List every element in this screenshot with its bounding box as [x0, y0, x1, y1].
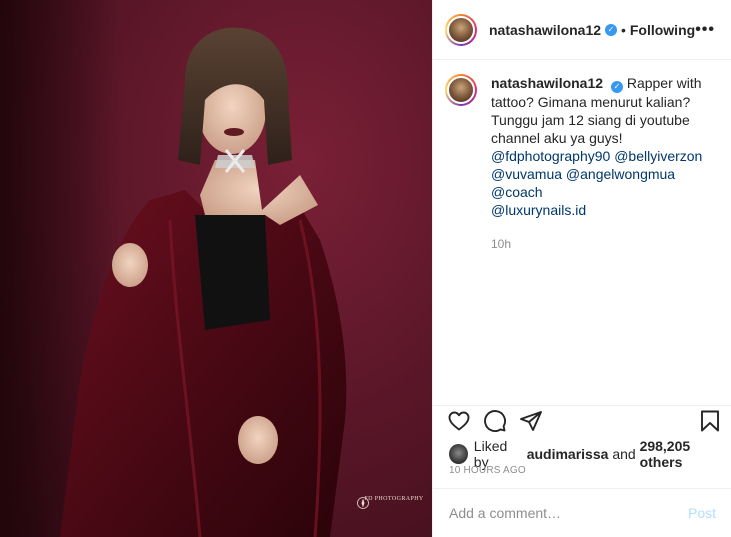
liker-username[interactable]: audimarissa: [527, 446, 609, 462]
caption-username[interactable]: natashawilona12: [491, 75, 603, 91]
verified-badge-icon: ✓: [610, 81, 623, 93]
likes-joiner: and: [612, 446, 636, 462]
caption-area: natashawilona12 ✓ Rapper with tattoo? Gi…: [433, 60, 731, 405]
mention-link[interactable]: @angelwongmua: [566, 166, 675, 182]
watermark-seal-icon: [357, 497, 369, 509]
post-actions: [433, 405, 731, 433]
comment-bar: Post: [433, 488, 731, 537]
mention-link[interactable]: @bellyiverzon: [614, 148, 702, 164]
post-photo[interactable]: FD PHOTOGRAPHY: [0, 0, 432, 537]
mention-link[interactable]: @fdphotography90: [491, 148, 610, 164]
header-separator: •: [620, 21, 626, 38]
author-avatar[interactable]: [445, 13, 477, 46]
caption: natashawilona12 ✓ Rapper with tattoo? Gi…: [491, 74, 713, 405]
verified-badge-icon: ✓: [605, 23, 617, 36]
post-comment-button[interactable]: Post: [688, 505, 716, 521]
liker-avatar[interactable]: [449, 444, 468, 464]
following-button[interactable]: Following: [630, 22, 695, 38]
author-username[interactable]: natashawilona12: [489, 22, 601, 38]
photographer-watermark: FD PHOTOGRAPHY: [356, 496, 432, 509]
more-options-icon[interactable]: •••: [695, 21, 715, 39]
comment-input[interactable]: [449, 505, 688, 521]
caption-author-avatar[interactable]: [445, 74, 477, 106]
post-timestamp[interactable]: 10 HOURS AGO: [449, 465, 526, 476]
heart-icon[interactable]: [447, 409, 471, 433]
photo-illustration: [0, 0, 347, 537]
post-header: natashawilona12 ✓ • Following •••: [433, 0, 731, 60]
caption-timestamp[interactable]: 10h: [491, 235, 713, 253]
bookmark-icon[interactable]: [698, 409, 722, 433]
mention-link[interactable]: @vuvamua: [491, 166, 562, 182]
comment-icon[interactable]: [483, 409, 507, 433]
post-side-panel: natashawilona12 ✓ • Following ••• natash…: [432, 0, 731, 537]
watermark-text: FD PHOTOGRAPHY: [364, 496, 424, 502]
paper-plane-icon[interactable]: [519, 409, 543, 433]
likes-count[interactable]: 298,205 others: [640, 438, 731, 470]
mention-link[interactable]: @luxurynails.id: [491, 202, 586, 218]
mention-link[interactable]: @coach: [491, 184, 543, 200]
